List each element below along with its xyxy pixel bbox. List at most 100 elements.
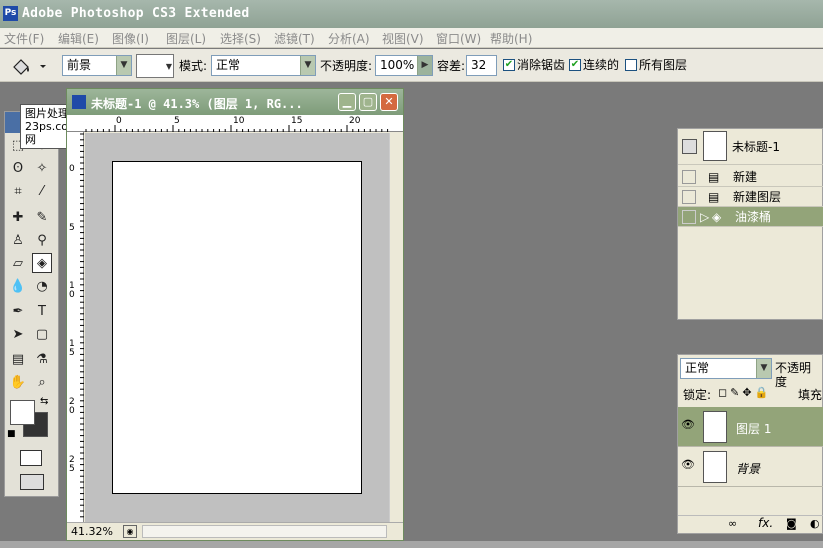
- swap-colors-icon[interactable]: ⇆: [40, 396, 48, 407]
- opacity-label: 不透明度:: [320, 59, 373, 73]
- type-tool-icon[interactable]: T: [32, 302, 52, 322]
- magic-wand-tool-icon[interactable]: ✧: [32, 159, 52, 179]
- mode-select[interactable]: 正常 ▼: [211, 55, 316, 76]
- ruler-h-ticks: [85, 125, 389, 132]
- status-menu-icon[interactable]: ◉: [123, 525, 137, 538]
- menu-edit[interactable]: 编辑(E): [58, 30, 99, 47]
- menu-view[interactable]: 视图(V): [382, 30, 424, 47]
- menu-layer[interactable]: 图层(L): [166, 30, 206, 47]
- mask-icon[interactable]: ◙: [786, 517, 797, 530]
- chevron-down-icon: ▼: [116, 56, 131, 75]
- mode-value: 正常: [216, 58, 241, 72]
- blur-tool-icon[interactable]: 💧: [8, 277, 28, 297]
- maximize-button[interactable]: ▢: [359, 93, 377, 111]
- ruler-v-label: 2 0: [69, 397, 75, 416]
- lasso-tool-icon[interactable]: ʘ: [8, 159, 28, 179]
- bottom-edge: [0, 541, 823, 548]
- pen-tool-icon[interactable]: ✒: [8, 302, 28, 322]
- menu-image[interactable]: 图像(I): [112, 30, 149, 47]
- history-item[interactable]: ▤ 新建: [678, 167, 823, 187]
- canvas[interactable]: [112, 161, 362, 494]
- menu-window[interactable]: 窗口(W): [436, 30, 481, 47]
- layer-name: 图层 1: [736, 422, 772, 436]
- screen-mode-icon[interactable]: [20, 474, 44, 490]
- history-item-label: 新建: [733, 170, 758, 184]
- link-layers-icon[interactable]: ∞: [728, 517, 737, 530]
- snapshot-name: 未标题-1: [732, 140, 780, 154]
- horizontal-ruler: 0 5 10 15 20: [67, 115, 403, 132]
- menu-filter[interactable]: 滤镜(T): [274, 30, 315, 47]
- document-window: 未标题-1 @ 41.3% (图层 1, RG... ▁ ▢ ✕ 0 5 10 …: [66, 88, 404, 541]
- eye-icon[interactable]: 👁: [678, 447, 698, 483]
- eye-icon[interactable]: 👁: [678, 407, 698, 443]
- brush-tool-icon[interactable]: ✎: [32, 208, 52, 228]
- notes-tool-icon[interactable]: ▤: [8, 350, 28, 370]
- snapshot-brush-icon: [682, 139, 697, 154]
- app-title-bar: Ps Adobe Photoshop CS3 Extended: [0, 0, 823, 28]
- default-colors-icon[interactable]: ■: [7, 429, 16, 439]
- foreground-color-swatch-top[interactable]: [10, 400, 35, 425]
- history-item-active[interactable]: ▷ ◈ 油漆桶: [678, 207, 823, 227]
- zoom-tool-icon[interactable]: ⌕: [32, 373, 52, 393]
- history-brush-tool-icon[interactable]: ⚲: [32, 231, 52, 251]
- blend-mode-select[interactable]: 正常 ▼: [680, 358, 772, 379]
- menu-bar: 文件(F) 编辑(E) 图像(I) 图层(L) 选择(S) 滤镜(T) 分析(A…: [0, 28, 823, 48]
- crop-tool-icon[interactable]: ⌗: [8, 182, 28, 202]
- menu-analysis[interactable]: 分析(A): [328, 30, 370, 47]
- tolerance-input[interactable]: 32: [466, 55, 497, 76]
- history-item[interactable]: ▤ 新建图层: [678, 187, 823, 207]
- lock-icons[interactable]: ◻✎✥🔒: [718, 386, 771, 399]
- ruler-v-label: 5: [69, 223, 75, 233]
- history-snapshot[interactable]: 未标题-1: [678, 129, 823, 165]
- close-button[interactable]: ✕: [380, 93, 398, 111]
- quick-mask-icon[interactable]: [20, 450, 42, 466]
- layers-panel: 正常 ▼ 不透明度 锁定: ◻✎✥🔒 填充 👁 图层 1 👁 背景 ∞ fx. …: [677, 354, 823, 534]
- fx-icon[interactable]: fx.: [758, 516, 773, 530]
- tolerance-label: 容差:: [437, 59, 466, 73]
- healing-brush-tool-icon[interactable]: ✚: [8, 208, 28, 228]
- path-selection-tool-icon[interactable]: ➤: [8, 325, 28, 345]
- layer-row[interactable]: 👁 背景: [678, 447, 823, 487]
- pattern-picker[interactable]: ▼: [136, 54, 174, 78]
- minimize-button[interactable]: ▁: [338, 93, 356, 111]
- lock-label: 锁定:: [683, 388, 712, 402]
- layer-row-active[interactable]: 👁 图层 1: [678, 407, 823, 447]
- ruler-v-label: 1 5: [69, 339, 75, 358]
- vertical-scrollbar[interactable]: [389, 133, 403, 522]
- slice-tool-icon[interactable]: ⁄: [32, 182, 52, 202]
- paint-bucket-tool-icon[interactable]: ◈: [32, 253, 52, 273]
- mode-label: 模式:: [179, 59, 208, 73]
- dodge-tool-icon[interactable]: ◔: [32, 277, 52, 297]
- layer-thumbnail: [703, 451, 727, 483]
- slider-arrow-icon[interactable]: ▶: [417, 56, 432, 75]
- vertical-ruler: 0 5 1 0 1 5 2 0 2 5: [67, 132, 84, 522]
- opacity-input[interactable]: 100% ▶: [375, 55, 433, 76]
- eyedropper-tool-icon[interactable]: ⚗: [32, 350, 52, 370]
- antialias-checkbox[interactable]: ✔: [503, 59, 515, 71]
- ruler-v-ticks: [80, 133, 84, 518]
- document-title-bar[interactable]: 未标题-1 @ 41.3% (图层 1, RG... ▁ ▢ ✕: [67, 89, 403, 115]
- tolerance-value: 32: [471, 58, 487, 72]
- eraser-tool-icon[interactable]: ▱: [8, 254, 28, 274]
- blend-mode-value: 正常: [685, 361, 710, 375]
- menu-file[interactable]: 文件(F): [4, 30, 44, 47]
- menu-help[interactable]: 帮助(H): [490, 30, 532, 47]
- shape-tool-icon[interactable]: ▢: [32, 325, 52, 345]
- horizontal-scrollbar[interactable]: [142, 525, 387, 538]
- layer-opacity-label: 不透明度: [775, 361, 812, 389]
- all-layers-checkbox[interactable]: [625, 59, 637, 71]
- contiguous-checkbox[interactable]: ✔: [569, 59, 581, 71]
- hand-tool-icon[interactable]: ✋: [8, 373, 28, 393]
- layer-name: 背景: [736, 462, 761, 476]
- chevron-down-icon: ▼: [756, 359, 771, 378]
- zoom-level[interactable]: 41.32%: [71, 525, 113, 538]
- chevron-down-icon: ▼: [300, 56, 315, 75]
- fill-source-select[interactable]: 前景 ▼: [62, 55, 132, 76]
- stamp-tool-icon[interactable]: ♙: [8, 231, 28, 251]
- tool-preset-picker[interactable]: [10, 55, 50, 77]
- history-state-box: [682, 210, 696, 224]
- menu-select[interactable]: 选择(S): [220, 30, 261, 47]
- adjustment-layer-icon[interactable]: ◐: [810, 517, 820, 530]
- antialias-label: 消除锯齿: [517, 58, 566, 72]
- layer-thumbnail: [703, 411, 727, 443]
